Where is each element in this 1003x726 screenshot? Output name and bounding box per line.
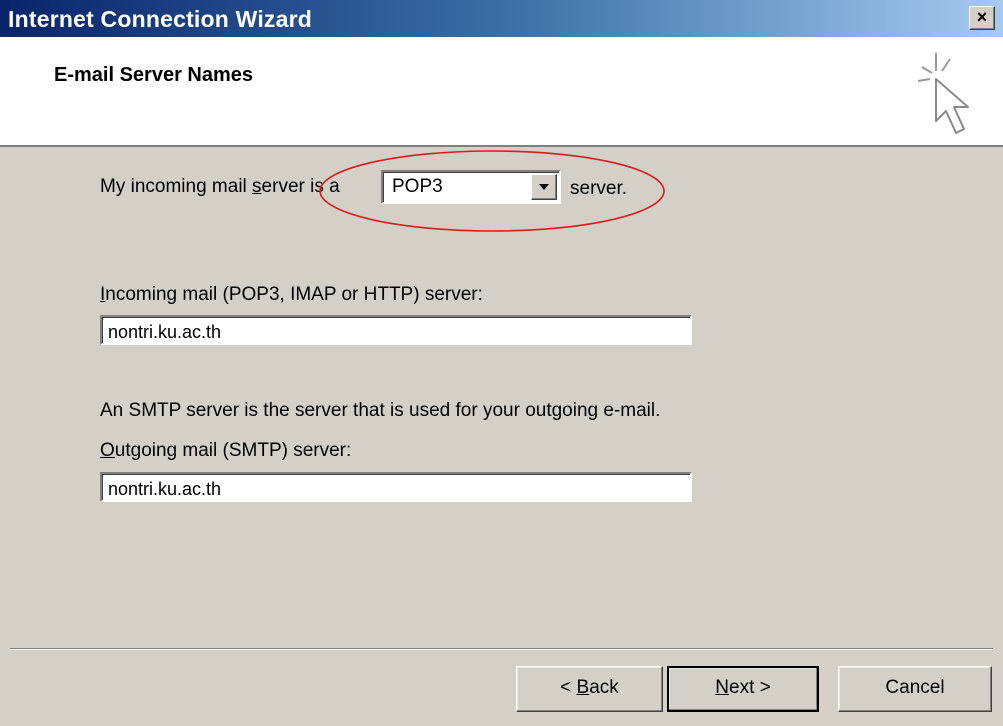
wizard-header: E-mail Server Names	[0, 37, 1003, 147]
back-button[interactable]: < Back	[516, 666, 663, 712]
outgoing-server-label: Outgoing mail (SMTP) server:	[100, 440, 352, 461]
cancel-button[interactable]: Cancel	[838, 666, 992, 712]
incoming-server-field[interactable]	[100, 315, 692, 345]
close-button[interactable]: ×	[969, 6, 995, 30]
page-heading: E-mail Server Names	[54, 64, 254, 86]
server-type-select[interactable]: POP3	[381, 170, 561, 204]
incoming-type-label: My incoming mail server is a	[100, 176, 340, 197]
server-type-value: POP3	[392, 176, 443, 197]
server-type-suffix: server.	[570, 178, 628, 199]
window-title: Internet Connection Wizard	[8, 6, 312, 32]
footer-divider	[10, 648, 993, 650]
cursor-sparkle-icon	[917, 53, 969, 134]
smtp-description: An SMTP server is the server that is use…	[100, 400, 661, 421]
dropdown-button[interactable]	[531, 174, 557, 200]
incoming-server-label: Incoming mail (POP3, IMAP or HTTP) serve…	[100, 284, 483, 305]
outgoing-server-field[interactable]	[100, 472, 692, 502]
chevron-down-icon	[539, 184, 549, 190]
next-button[interactable]: Next >	[667, 666, 819, 712]
title-bar: Internet Connection Wizard ×	[0, 0, 1003, 37]
